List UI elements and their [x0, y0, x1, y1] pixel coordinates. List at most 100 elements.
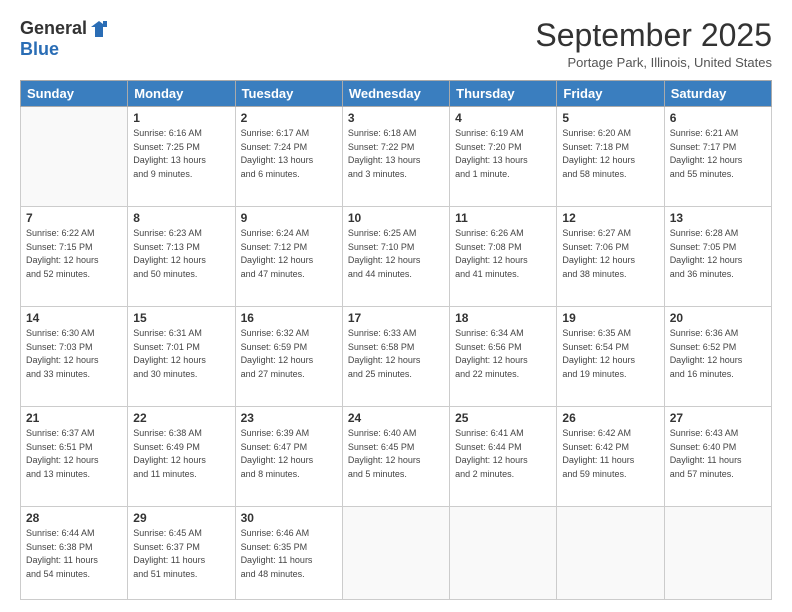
day-info: Sunrise: 6:44 AM Sunset: 6:38 PM Dayligh… — [26, 527, 122, 581]
day-number: 13 — [670, 211, 766, 225]
day-number: 17 — [348, 311, 444, 325]
day-info: Sunrise: 6:20 AM Sunset: 7:18 PM Dayligh… — [562, 127, 658, 181]
table-row — [21, 107, 128, 207]
table-row — [450, 507, 557, 600]
table-row: 7 Sunrise: 6:22 AM Sunset: 7:15 PM Daylig… — [21, 207, 128, 307]
day-number: 9 — [241, 211, 337, 225]
col-tuesday: Tuesday — [235, 81, 342, 107]
table-row: 3 Sunrise: 6:18 AM Sunset: 7:22 PM Daylig… — [342, 107, 449, 207]
day-number: 14 — [26, 311, 122, 325]
logo: General Blue — [20, 18, 109, 60]
day-info: Sunrise: 6:43 AM Sunset: 6:40 PM Dayligh… — [670, 427, 766, 481]
table-row: 8 Sunrise: 6:23 AM Sunset: 7:13 PM Daylig… — [128, 207, 235, 307]
table-row: 25 Sunrise: 6:41 AM Sunset: 6:44 PM Dayli… — [450, 407, 557, 507]
day-info: Sunrise: 6:42 AM Sunset: 6:42 PM Dayligh… — [562, 427, 658, 481]
calendar-header-row: Sunday Monday Tuesday Wednesday Thursday… — [21, 81, 772, 107]
day-number: 11 — [455, 211, 551, 225]
day-info: Sunrise: 6:37 AM Sunset: 6:51 PM Dayligh… — [26, 427, 122, 481]
day-info: Sunrise: 6:24 AM Sunset: 7:12 PM Dayligh… — [241, 227, 337, 281]
day-number: 7 — [26, 211, 122, 225]
header: General Blue September 2025 Portage Park… — [20, 18, 772, 70]
day-number: 29 — [133, 511, 229, 525]
day-info: Sunrise: 6:32 AM Sunset: 6:59 PM Dayligh… — [241, 327, 337, 381]
day-info: Sunrise: 6:18 AM Sunset: 7:22 PM Dayligh… — [348, 127, 444, 181]
day-number: 5 — [562, 111, 658, 125]
table-row: 30 Sunrise: 6:46 AM Sunset: 6:35 PM Dayli… — [235, 507, 342, 600]
logo-general-text: General — [20, 18, 87, 39]
day-number: 15 — [133, 311, 229, 325]
day-number: 12 — [562, 211, 658, 225]
table-row — [557, 507, 664, 600]
day-info: Sunrise: 6:19 AM Sunset: 7:20 PM Dayligh… — [455, 127, 551, 181]
day-info: Sunrise: 6:39 AM Sunset: 6:47 PM Dayligh… — [241, 427, 337, 481]
day-number: 30 — [241, 511, 337, 525]
day-number: 25 — [455, 411, 551, 425]
table-row: 27Sunrise: 6:43 AM Sunset: 6:40 PM Dayli… — [664, 407, 771, 507]
table-row: 29 Sunrise: 6:45 AM Sunset: 6:37 PM Dayli… — [128, 507, 235, 600]
day-number: 21 — [26, 411, 122, 425]
table-row — [342, 507, 449, 600]
table-row: 14Sunrise: 6:30 AM Sunset: 7:03 PM Dayli… — [21, 307, 128, 407]
day-number: 18 — [455, 311, 551, 325]
table-row: 2 Sunrise: 6:17 AM Sunset: 7:24 PM Daylig… — [235, 107, 342, 207]
day-number: 16 — [241, 311, 337, 325]
day-info: Sunrise: 6:21 AM Sunset: 7:17 PM Dayligh… — [670, 127, 766, 181]
table-row: 10Sunrise: 6:25 AM Sunset: 7:10 PM Dayli… — [342, 207, 449, 307]
day-info: Sunrise: 6:34 AM Sunset: 6:56 PM Dayligh… — [455, 327, 551, 381]
calendar-table: Sunday Monday Tuesday Wednesday Thursday… — [20, 80, 772, 600]
day-info: Sunrise: 6:26 AM Sunset: 7:08 PM Dayligh… — [455, 227, 551, 281]
day-number: 28 — [26, 511, 122, 525]
page: General Blue September 2025 Portage Park… — [0, 0, 792, 612]
day-info: Sunrise: 6:41 AM Sunset: 6:44 PM Dayligh… — [455, 427, 551, 481]
title-area: September 2025 Portage Park, Illinois, U… — [535, 18, 772, 70]
month-title: September 2025 — [535, 18, 772, 53]
day-number: 3 — [348, 111, 444, 125]
day-info: Sunrise: 6:22 AM Sunset: 7:15 PM Dayligh… — [26, 227, 122, 281]
table-row: 1 Sunrise: 6:16 AM Sunset: 7:25 PM Daylig… — [128, 107, 235, 207]
day-info: Sunrise: 6:16 AM Sunset: 7:25 PM Dayligh… — [133, 127, 229, 181]
day-info: Sunrise: 6:36 AM Sunset: 6:52 PM Dayligh… — [670, 327, 766, 381]
table-row: 26 Sunrise: 6:42 AM Sunset: 6:42 PM Dayli… — [557, 407, 664, 507]
day-number: 1 — [133, 111, 229, 125]
day-info: Sunrise: 6:28 AM Sunset: 7:05 PM Dayligh… — [670, 227, 766, 281]
day-info: Sunrise: 6:46 AM Sunset: 6:35 PM Dayligh… — [241, 527, 337, 581]
col-thursday: Thursday — [450, 81, 557, 107]
day-number: 26 — [562, 411, 658, 425]
day-number: 2 — [241, 111, 337, 125]
day-info: Sunrise: 6:45 AM Sunset: 6:37 PM Dayligh… — [133, 527, 229, 581]
day-number: 4 — [455, 111, 551, 125]
col-wednesday: Wednesday — [342, 81, 449, 107]
table-row: 22Sunrise: 6:38 AM Sunset: 6:49 PM Dayli… — [128, 407, 235, 507]
day-info: Sunrise: 6:35 AM Sunset: 6:54 PM Dayligh… — [562, 327, 658, 381]
table-row: 19 Sunrise: 6:35 AM Sunset: 6:54 PM Dayli… — [557, 307, 664, 407]
day-info: Sunrise: 6:40 AM Sunset: 6:45 PM Dayligh… — [348, 427, 444, 481]
day-number: 24 — [348, 411, 444, 425]
logo-flag-icon — [89, 19, 109, 39]
table-row: 23 Sunrise: 6:39 AM Sunset: 6:47 PM Dayli… — [235, 407, 342, 507]
day-info: Sunrise: 6:27 AM Sunset: 7:06 PM Dayligh… — [562, 227, 658, 281]
table-row — [664, 507, 771, 600]
col-sunday: Sunday — [21, 81, 128, 107]
day-number: 6 — [670, 111, 766, 125]
col-saturday: Saturday — [664, 81, 771, 107]
day-info: Sunrise: 6:38 AM Sunset: 6:49 PM Dayligh… — [133, 427, 229, 481]
day-info: Sunrise: 6:33 AM Sunset: 6:58 PM Dayligh… — [348, 327, 444, 381]
col-monday: Monday — [128, 81, 235, 107]
table-row: 15 Sunrise: 6:31 AM Sunset: 7:01 PM Dayli… — [128, 307, 235, 407]
table-row: 24 Sunrise: 6:40 AM Sunset: 6:45 PM Dayli… — [342, 407, 449, 507]
day-number: 19 — [562, 311, 658, 325]
day-number: 23 — [241, 411, 337, 425]
day-info: Sunrise: 6:25 AM Sunset: 7:10 PM Dayligh… — [348, 227, 444, 281]
col-friday: Friday — [557, 81, 664, 107]
table-row: 18 Sunrise: 6:34 AM Sunset: 6:56 PM Dayli… — [450, 307, 557, 407]
table-row: 16 Sunrise: 6:32 AM Sunset: 6:59 PM Dayli… — [235, 307, 342, 407]
day-info: Sunrise: 6:31 AM Sunset: 7:01 PM Dayligh… — [133, 327, 229, 381]
day-number: 20 — [670, 311, 766, 325]
day-number: 8 — [133, 211, 229, 225]
table-row: 21 Sunrise: 6:37 AM Sunset: 6:51 PM Dayli… — [21, 407, 128, 507]
table-row: 13 Sunrise: 6:28 AM Sunset: 7:05 PM Dayli… — [664, 207, 771, 307]
table-row: 11 Sunrise: 6:26 AM Sunset: 7:08 PM Dayli… — [450, 207, 557, 307]
day-info: Sunrise: 6:23 AM Sunset: 7:13 PM Dayligh… — [133, 227, 229, 281]
table-row: 9 Sunrise: 6:24 AM Sunset: 7:12 PM Daylig… — [235, 207, 342, 307]
day-info: Sunrise: 6:17 AM Sunset: 7:24 PM Dayligh… — [241, 127, 337, 181]
